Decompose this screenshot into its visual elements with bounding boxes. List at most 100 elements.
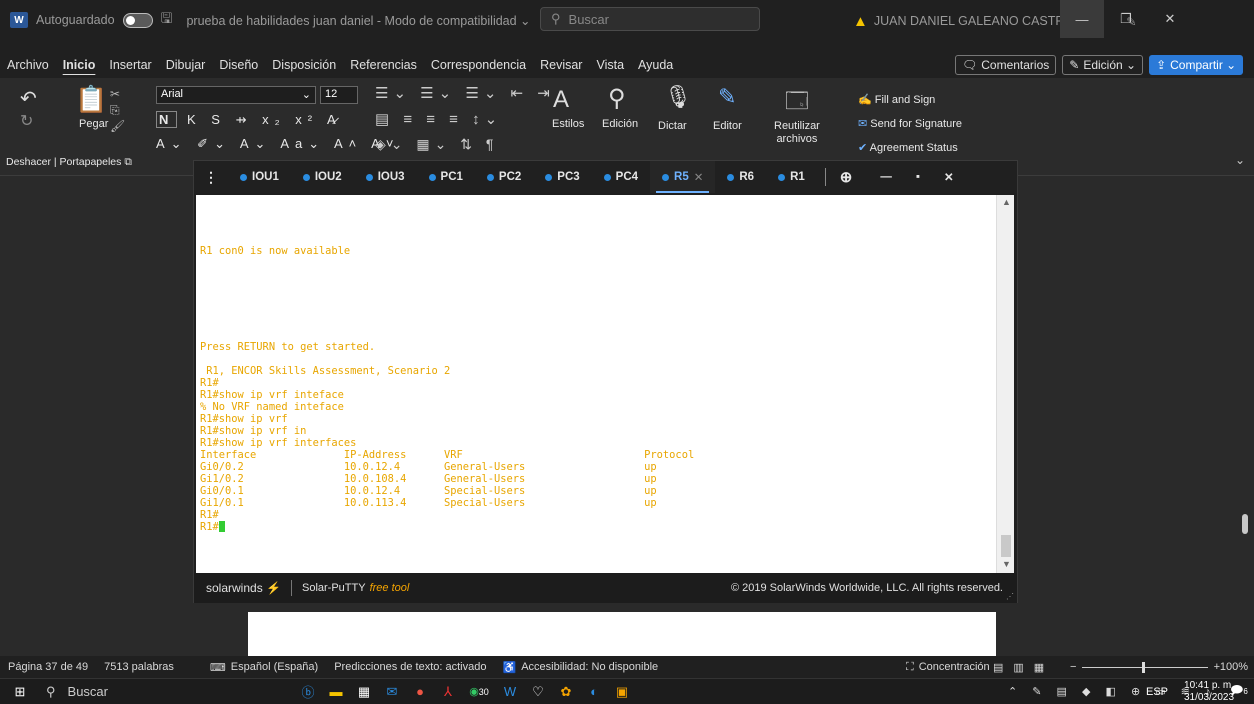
send-signature-button[interactable]: ✉ Send for Signature [858,112,962,136]
menu-correspondencia[interactable]: Correspondencia [424,58,533,72]
shading-buttons[interactable]: ◈⌄ ▦⌄ ⇅ ¶ [375,136,498,153]
menu-vista[interactable]: Vista [589,58,631,72]
tab-pc1[interactable]: PC1 [417,161,475,193]
paste-icon[interactable]: 📋 [75,84,107,115]
edit-mode-button[interactable]: ✎ Edición ⌄ [1062,55,1144,75]
autosave-toggle[interactable] [122,12,153,28]
reuse-files-label[interactable]: Reutilizar archivos [774,120,820,146]
tab-r6[interactable]: R6 [715,161,766,193]
view-mode-buttons[interactable]: ▤▥▦ [985,661,1062,674]
solar-putty-taskbar-icon[interactable]: ▣ [608,681,636,703]
vertical-scrollbar[interactable] [1238,176,1254,656]
resize-grip-icon[interactable]: ⋰ [1006,592,1014,601]
tab-pc2[interactable]: PC2 [475,161,533,193]
menu-ayuda[interactable]: Ayuda [631,58,680,72]
bing-icon[interactable]: ⓑ [294,681,322,703]
edge-icon[interactable]: ◐ [580,681,608,703]
add-tab-icon[interactable]: ⊕ [832,168,861,186]
zoom-level[interactable]: 100% [1220,661,1248,673]
font-name-select[interactable]: Arial ⌄ [156,86,316,104]
putty-minimize-button[interactable]: — [860,171,904,183]
tab-iou2[interactable]: IOU2 [291,161,354,193]
editor-label[interactable]: Editor [713,120,742,132]
zoom-thumb[interactable] [1142,661,1146,673]
menu-diseno[interactable]: Diseño [212,58,265,72]
maximize-button[interactable]: ❐ [1104,0,1148,38]
acrobat-icon[interactable]: ⅄ [434,681,462,703]
terminal-scrollbar[interactable]: ▲ ▼ [996,195,1014,573]
search-input[interactable]: ⚲ Buscar [540,7,760,31]
putty-close-button[interactable]: ✕ [932,170,966,184]
save-icon[interactable]: 🖫 [161,8,173,32]
page-count[interactable]: Página 37 de 49 [0,661,96,673]
menu-kebab-icon[interactable]: ⋮ [194,169,228,186]
file-explorer-icon[interactable]: ▬ [322,681,350,703]
agreement-status-button[interactable]: ✔ Agreement Status [858,136,962,160]
menu-inicio[interactable]: Inicio [56,58,103,72]
editor-icon[interactable]: ✎ [718,84,736,110]
menu-revisar[interactable]: Revisar [533,58,589,72]
styles-icon[interactable]: A [553,86,569,114]
font-size-select[interactable]: 12 [320,86,358,104]
fill-sign-button[interactable]: ✍ Fill and Sign [858,88,962,112]
clipboard-icons[interactable]: ✂ ⎘ 🖌 [110,86,125,134]
taskbar-search[interactable]: ⚲ Buscar [34,684,234,700]
language-indicator[interactable]: ⌨ Español (España) [202,661,326,674]
paste-label[interactable]: Pegar [79,118,108,130]
menu-referencias[interactable]: Referencias [343,58,424,72]
paint-icon[interactable]: ✿ [552,681,580,703]
magnifier-icon[interactable]: ⚲ [608,84,626,113]
minimize-button[interactable]: — [1060,0,1104,38]
scroll-up-icon[interactable]: ▲ [1002,197,1011,207]
styles-label[interactable]: Estilos [552,118,584,130]
accessibility-indicator[interactable]: ♿ Accesibilidad: No disponible [494,661,666,674]
comments-button[interactable]: 🗨 Comentarios [955,55,1057,75]
scroll-thumb[interactable] [1242,514,1248,534]
notifications-icon[interactable]: 🗩6 [1230,681,1248,702]
menu-archivo[interactable]: Archivo [0,58,56,72]
tab-iou1[interactable]: IOU1 [228,161,291,193]
undo-icon[interactable]: ↶ [20,86,37,111]
tab-r1[interactable]: R1 [766,161,817,193]
free-tool-link[interactable]: free tool [370,582,410,594]
font-color-buttons[interactable]: A⌄ ✐⌄ A⌄ Aa⌄ A˄ A˅ [156,136,399,152]
document-page[interactable] [248,612,996,656]
ribbon-collapse-icon[interactable]: ⌄ [1235,153,1245,167]
word-taskbar-icon[interactable]: W [496,681,524,703]
dictate-label[interactable]: Dictar [658,120,687,132]
input-language[interactable]: ESP [1146,686,1168,698]
windows-start-icon[interactable]: ⊞ [6,681,34,703]
tab-pc4[interactable]: PC4 [592,161,650,193]
word-count[interactable]: 7513 palabras [96,661,182,673]
menu-disposicion[interactable]: Disposición [265,58,343,72]
focus-mode-button[interactable]: ⛶ Concentración [898,661,998,674]
document-title[interactable]: prueba de habilidades juan daniel - Modo… [186,13,530,28]
vpn-icon[interactable]: ♡ [524,681,552,703]
menu-dibujar[interactable]: Dibujar [159,58,213,72]
store-icon[interactable]: ▦ [350,681,378,703]
clock[interactable]: 10:41 p. m. 31/03/2023 [1184,680,1234,704]
font-format-buttons[interactable]: N K S ⇸ x₂ x² A̷ [156,111,342,128]
terminal-scroll-thumb[interactable] [1001,535,1011,557]
share-button[interactable]: ⇪ Compartir ⌄ [1149,55,1244,75]
editing-label[interactable]: Edición [602,118,638,130]
mail-icon[interactable]: ✉ [378,681,406,703]
putty-maximize-button[interactable]: ▪ [904,171,932,183]
whatsapp-icon[interactable]: ◉ 30 [462,681,496,703]
menu-insertar[interactable]: Insertar [102,58,158,72]
reuse-icon[interactable]: 🗔 [785,84,809,122]
close-button[interactable]: ✕ [1148,0,1192,38]
redo-icon[interactable]: ↻ [20,111,33,131]
chrome-icon[interactable]: ● [406,681,434,703]
terminal-output[interactable]: R1 con0 is now available Press RETURN to… [196,195,996,573]
microphone-icon[interactable]: 🎙 [664,84,692,110]
paragraph-buttons[interactable]: ☰⌄ ☰⌄ ☰⌄ ⇤ ⇥ [375,84,555,102]
tab-pc3[interactable]: PC3 [533,161,591,193]
tab-r5[interactable]: R5 ✕ [650,161,716,193]
alignment-buttons[interactable]: ▤ ≡ ≡ ≡ ↕⌄ [375,110,502,128]
tab-iou3[interactable]: IOU3 [354,161,417,193]
text-predictions[interactable]: Predicciones de texto: activado [326,661,494,673]
tab-close-icon[interactable]: ✕ [694,170,704,184]
scroll-down-icon[interactable]: ▼ [1002,559,1011,569]
zoom-slider[interactable]: − + [1070,661,1220,673]
